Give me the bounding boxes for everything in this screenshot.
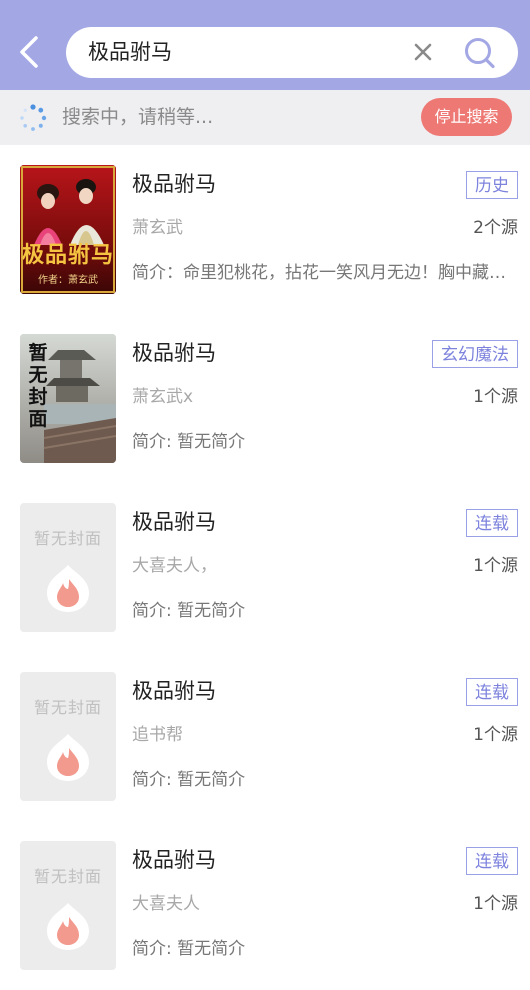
book-cover-placeholder: 暂无封面 [20,841,116,970]
no-cover-text: 暂无封面 [33,529,102,548]
book-source-count: 1个源 [473,387,518,407]
no-cover-text: 暂无封面 [33,698,102,717]
book-title: 极品驸马 [132,172,216,196]
book-title: 极品驸马 [132,679,216,703]
book-title: 极品驸马 [132,848,216,872]
back-arrow-icon [20,36,38,68]
clear-button[interactable] [411,40,435,64]
book-title: 极品驸马 [132,341,216,365]
close-icon [414,43,432,61]
book-author: 萧玄武 [132,218,183,238]
book-result-item[interactable]: 暂无封面 极品驸马 连载 追书帮 1个源 简介: 暂无简介 [0,652,530,821]
book-category-tag: 玄幻魔法 [432,340,518,368]
book-category-tag: 连载 [466,509,518,537]
search-input[interactable]: 极品驸马 [88,39,172,66]
search-status-text: 搜索中，请稍等... [62,106,214,128]
book-category-tag: 连载 [466,847,518,875]
book-author: 大喜夫人 [132,894,200,914]
flame-icon [47,734,89,781]
search-status-bar: 搜索中，请稍等... 停止搜索 [0,90,530,145]
book-source-count: 1个源 [473,725,518,745]
book-result-item[interactable]: 暂无封面 极品驸马 连载 大喜夫人 1个源 简介: 暂无简介 [0,821,530,990]
book-source-count: 1个源 [473,556,518,576]
book-intro: 简介: 暂无简介 [132,770,246,790]
book-cover-placeholder: 暂无封面 [20,503,116,632]
book-source-count: 2个源 [473,218,518,238]
flame-icon [47,565,89,612]
book-cover: 极品驸马 作者：萧玄武 [20,165,116,294]
book-intro: 简介: 暂无简介 [132,432,246,452]
book-cover: 暂无封面 [20,334,116,463]
loading-spinner-icon [20,104,47,131]
book-title: 极品驸马 [132,510,216,534]
book-result-item[interactable]: 极品驸马 作者：萧玄武 极品驸马 历史 萧玄武 2个源 简介：命里犯桃花，拈花一… [0,145,530,314]
book-category-tag: 历史 [466,171,518,199]
book-result-item[interactable]: 暂无封面 极品驸马 玄幻魔法 萧玄武x 1个源 简介: 暂无简介 [0,314,530,483]
flame-icon [47,903,89,950]
book-author: 追书帮 [132,725,183,745]
book-cover-placeholder: 暂无封面 [20,672,116,801]
back-button[interactable] [12,30,46,74]
stop-search-button[interactable]: 停止搜索 [421,98,512,136]
book-result-item[interactable]: 暂无封面 极品驸马 连载 大喜夫人， 1个源 简介: 暂无简介 [0,483,530,652]
no-cover-text: 暂无封面 [33,867,102,886]
search-box[interactable]: 极品驸马 [66,27,518,78]
book-cover-title: 极品驸马 [21,242,114,268]
book-cover-author: 作者：萧玄武 [38,275,98,286]
book-intro: 简介: 暂无简介 [132,939,246,959]
search-button[interactable] [462,35,498,71]
book-source-count: 1个源 [473,894,518,914]
top-bar: 极品驸马 [0,0,530,90]
book-intro: 简介：命里犯桃花，拈花一笑风月无边！胸中藏丘壑，谈笑间风起云涌！ [132,263,518,283]
book-author: 大喜夫人， [132,556,217,576]
book-cover-title: 暂无封面 [28,342,48,430]
book-category-tag: 连载 [466,678,518,706]
search-icon [465,38,495,69]
book-intro: 简介: 暂无简介 [132,601,246,621]
book-author: 萧玄武x [132,387,194,407]
